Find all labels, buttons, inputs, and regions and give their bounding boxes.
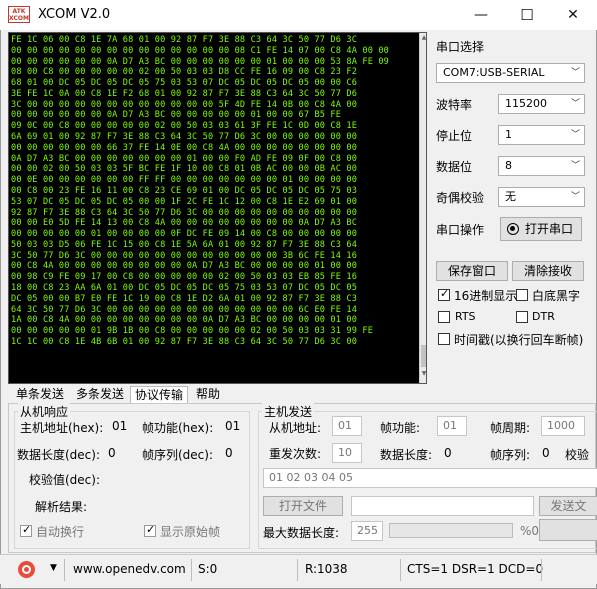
send-data-len-label: 数据长度:: [380, 448, 433, 462]
title-bar: ATK XCOM XCOM V2.0 — ☐ ✕: [0, 0, 597, 30]
timestamp-label: 时间戳(以换行回车断帧): [454, 333, 584, 347]
stop-bits-label: 停止位: [436, 129, 473, 143]
frame-seq-value: 0: [225, 446, 233, 460]
scroll-down-icon[interactable]: ▼: [420, 370, 426, 382]
hex-display-checkbox[interactable]: [438, 287, 450, 301]
repeat-count-label: 重发次数:: [269, 447, 322, 461]
chevron-down-icon: ﹀: [570, 99, 580, 109]
sent-count: S:0: [198, 562, 218, 576]
data-bits-label: 数据位: [436, 160, 473, 174]
max-data-len-field[interactable]: 255: [351, 521, 383, 541]
save-window-button[interactable]: 保存窗口: [436, 261, 508, 281]
website-link[interactable]: www.openedv.com: [73, 562, 186, 576]
tab-single-send[interactable]: 单条发送: [12, 386, 68, 404]
send-data-len-value: 0: [444, 446, 452, 460]
chevron-down-icon: ﹀: [570, 130, 580, 140]
chevron-down-icon: ﹀: [570, 161, 580, 171]
rts-label: RTS: [455, 310, 476, 323]
open-port-label: 打开串口: [524, 222, 573, 236]
baud-value: 115200: [505, 97, 547, 110]
baud-combo[interactable]: 115200 ﹀: [498, 94, 585, 114]
host-addr-label: 主机地址(hex):: [20, 421, 104, 435]
parse-result-label: 解析结果:: [35, 500, 88, 514]
received-count: R:1038: [305, 562, 348, 576]
data-len-value: 0: [108, 446, 116, 460]
frame-func-value: 01: [225, 419, 241, 433]
send-data-field[interactable]: 01 02 03 04 05: [263, 468, 597, 488]
max-data-len-label: 最大数据长度:: [263, 526, 340, 540]
chevron-down-icon: ﹀: [570, 192, 580, 202]
frame-func-field[interactable]: 01: [437, 416, 467, 436]
radio-dot-icon: [507, 223, 519, 235]
receive-area[interactable]: FE 1C 06 00 C8 1E 7A 68 01 00 92 87 F7 3…: [8, 32, 427, 384]
auto-wrap-label: 自动换行: [36, 525, 85, 539]
send-frame-seq-value: 0: [542, 446, 550, 460]
maximize-button[interactable]: ☐: [504, 0, 550, 30]
chevron-down-icon[interactable]: ▼: [50, 563, 57, 573]
minimize-button[interactable]: —: [458, 0, 504, 30]
parity-label: 奇偶校验: [436, 191, 485, 205]
slave-addr-field[interactable]: 01: [332, 416, 362, 436]
progress-percent: %0: [520, 524, 540, 538]
open-file-button[interactable]: 打开文件: [263, 496, 343, 516]
send-frame-seq-label: 帧序列:: [490, 448, 531, 462]
dtr-checkbox[interactable]: [516, 311, 528, 323]
port-value: COM7:USB-SERIAL: [443, 66, 545, 79]
dtr-label: DTR: [532, 310, 555, 323]
receive-scrollbar[interactable]: ▲ ▼: [419, 33, 426, 383]
stop-bits-value: 1: [505, 128, 512, 141]
chevron-down-icon: ﹀: [570, 68, 580, 78]
open-port-button[interactable]: 打开串口: [500, 217, 582, 241]
port-combo[interactable]: COM7:USB-SERIAL ﹀: [436, 63, 585, 83]
tab-protocol[interactable]: 协议传输: [130, 386, 188, 404]
frame-period-label: 帧周期:: [490, 421, 531, 435]
slave-response-title: 从机响应: [18, 403, 71, 420]
rts-checkbox[interactable]: [438, 311, 450, 323]
data-bits-value: 8: [505, 159, 512, 172]
show-raw-label: 显示原始帧: [160, 525, 221, 539]
frame-seq-label: 帧序列(dec):: [142, 448, 214, 462]
slave-addr-label: 从机地址:: [269, 421, 322, 435]
hex-display-label: 16进制显示: [454, 289, 518, 303]
send-progress-bar: [389, 523, 513, 538]
tab-help[interactable]: 帮助: [192, 386, 224, 404]
check-value-label: 校验值(dec):: [29, 473, 101, 487]
white-black-label: 白底黑字: [532, 289, 581, 303]
frame-period-field[interactable]: 1000: [541, 416, 585, 436]
close-button[interactable]: ✕: [550, 0, 596, 30]
port-select-label: 串口选择: [436, 40, 485, 54]
app-icon: ATK XCOM: [8, 6, 30, 23]
settings-gear-icon[interactable]: [18, 561, 35, 578]
send-button[interactable]: [539, 519, 597, 541]
scroll-thumb[interactable]: [421, 345, 426, 367]
data-len-label: 数据长度(dec):: [17, 448, 101, 462]
host-addr-value: 01: [112, 419, 128, 433]
baud-label: 波特率: [436, 98, 473, 112]
tab-multi-send[interactable]: 多条发送: [72, 386, 128, 404]
line-status: CTS=1 DSR=1 DCD=0: [407, 562, 544, 576]
show-raw-checkbox[interactable]: [144, 523, 156, 537]
receive-hex-text: FE 1C 06 00 C8 1E 7A 68 01 00 92 87 F7 3…: [11, 35, 389, 347]
master-send-title: 主机发送: [262, 403, 315, 420]
parity-value: 无: [505, 190, 516, 203]
white-black-checkbox[interactable]: [516, 289, 528, 301]
parity-combo[interactable]: 无 ﹀: [498, 187, 585, 207]
data-bits-combo[interactable]: 8 ﹀: [498, 156, 585, 176]
status-bar: ▼ www.openedv.com S:0 R:1038 CTS=1 DSR=1…: [0, 554, 597, 584]
window-title: XCOM V2.0: [38, 7, 111, 22]
frame-func-label: 帧功能(hex):: [142, 421, 214, 435]
stop-bits-combo[interactable]: 1 ﹀: [498, 125, 585, 145]
file-path-field[interactable]: [351, 496, 534, 516]
timestamp-checkbox[interactable]: [438, 333, 450, 345]
port-operation-label: 串口操作: [436, 223, 485, 237]
frame-func-send-label: 帧功能:: [380, 421, 421, 435]
send-file-button[interactable]: 发送文: [539, 496, 597, 516]
clear-receive-button[interactable]: 清除接收: [512, 261, 584, 281]
scroll-up-icon[interactable]: ▲: [420, 34, 426, 46]
repeat-count-field[interactable]: 10: [332, 443, 362, 463]
auto-wrap-checkbox[interactable]: [20, 523, 32, 537]
send-check-label: 校验: [565, 448, 590, 462]
